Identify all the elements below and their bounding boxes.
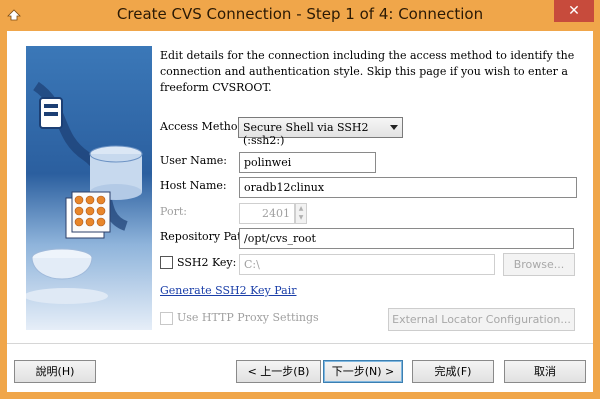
- dialog-body: Edit details for the connection includin…: [7, 31, 593, 392]
- host-name-input[interactable]: oradb12clinux: [239, 177, 577, 198]
- next-button[interactable]: 下一步(N) >: [323, 360, 403, 383]
- user-name-input[interactable]: polinwei: [239, 152, 376, 173]
- title-bar[interactable]: Create CVS Connection - Step 1 of 4: Con…: [0, 0, 600, 30]
- external-locator-button[interactable]: External Locator Configuration...: [388, 308, 575, 331]
- generate-ssh2-key-link[interactable]: Generate SSH2 Key Pair: [160, 284, 297, 297]
- help-button[interactable]: 說明(H): [14, 360, 96, 383]
- access-method-value: Secure Shell via SSH2 (:ssh2:): [243, 121, 369, 147]
- close-icon[interactable]: ✕: [554, 0, 594, 22]
- spin-down-icon[interactable]: ▼: [296, 213, 306, 222]
- chevron-down-icon: [390, 125, 398, 130]
- ssh2-key-checkbox[interactable]: [160, 256, 173, 269]
- browse-button[interactable]: Browse...: [503, 253, 575, 276]
- window-title: Create CVS Connection - Step 1 of 4: Con…: [116, 5, 484, 23]
- footer-divider: [7, 343, 593, 344]
- cancel-button[interactable]: 取消: [504, 360, 586, 383]
- back-button[interactable]: < 上一步(B): [236, 360, 321, 383]
- finish-button[interactable]: 完成(F): [412, 360, 494, 383]
- port-input[interactable]: 2401: [239, 203, 295, 224]
- access-method-label: Access Method:: [160, 120, 249, 133]
- port-spinner[interactable]: ▲ ▼: [295, 203, 307, 224]
- wizard-illustration: [26, 46, 152, 330]
- host-name-label: Host Name:: [160, 179, 227, 192]
- step-description: Edit details for the connection includin…: [160, 49, 575, 94]
- port-label: Port:: [160, 205, 187, 218]
- ssh2-key-input[interactable]: C:\: [239, 254, 495, 275]
- use-proxy-checkbox[interactable]: [160, 312, 173, 325]
- use-proxy-label: Use HTTP Proxy Settings: [177, 311, 319, 324]
- repository-path-input[interactable]: /opt/cvs_root: [239, 228, 574, 249]
- database-network-illustration: [26, 81, 143, 304]
- user-name-label: User Name:: [160, 154, 228, 167]
- access-method-select[interactable]: Secure Shell via SSH2 (:ssh2:): [238, 117, 403, 147]
- spin-up-icon[interactable]: ▲: [296, 204, 306, 213]
- ssh2-key-label: SSH2 Key:: [177, 256, 237, 269]
